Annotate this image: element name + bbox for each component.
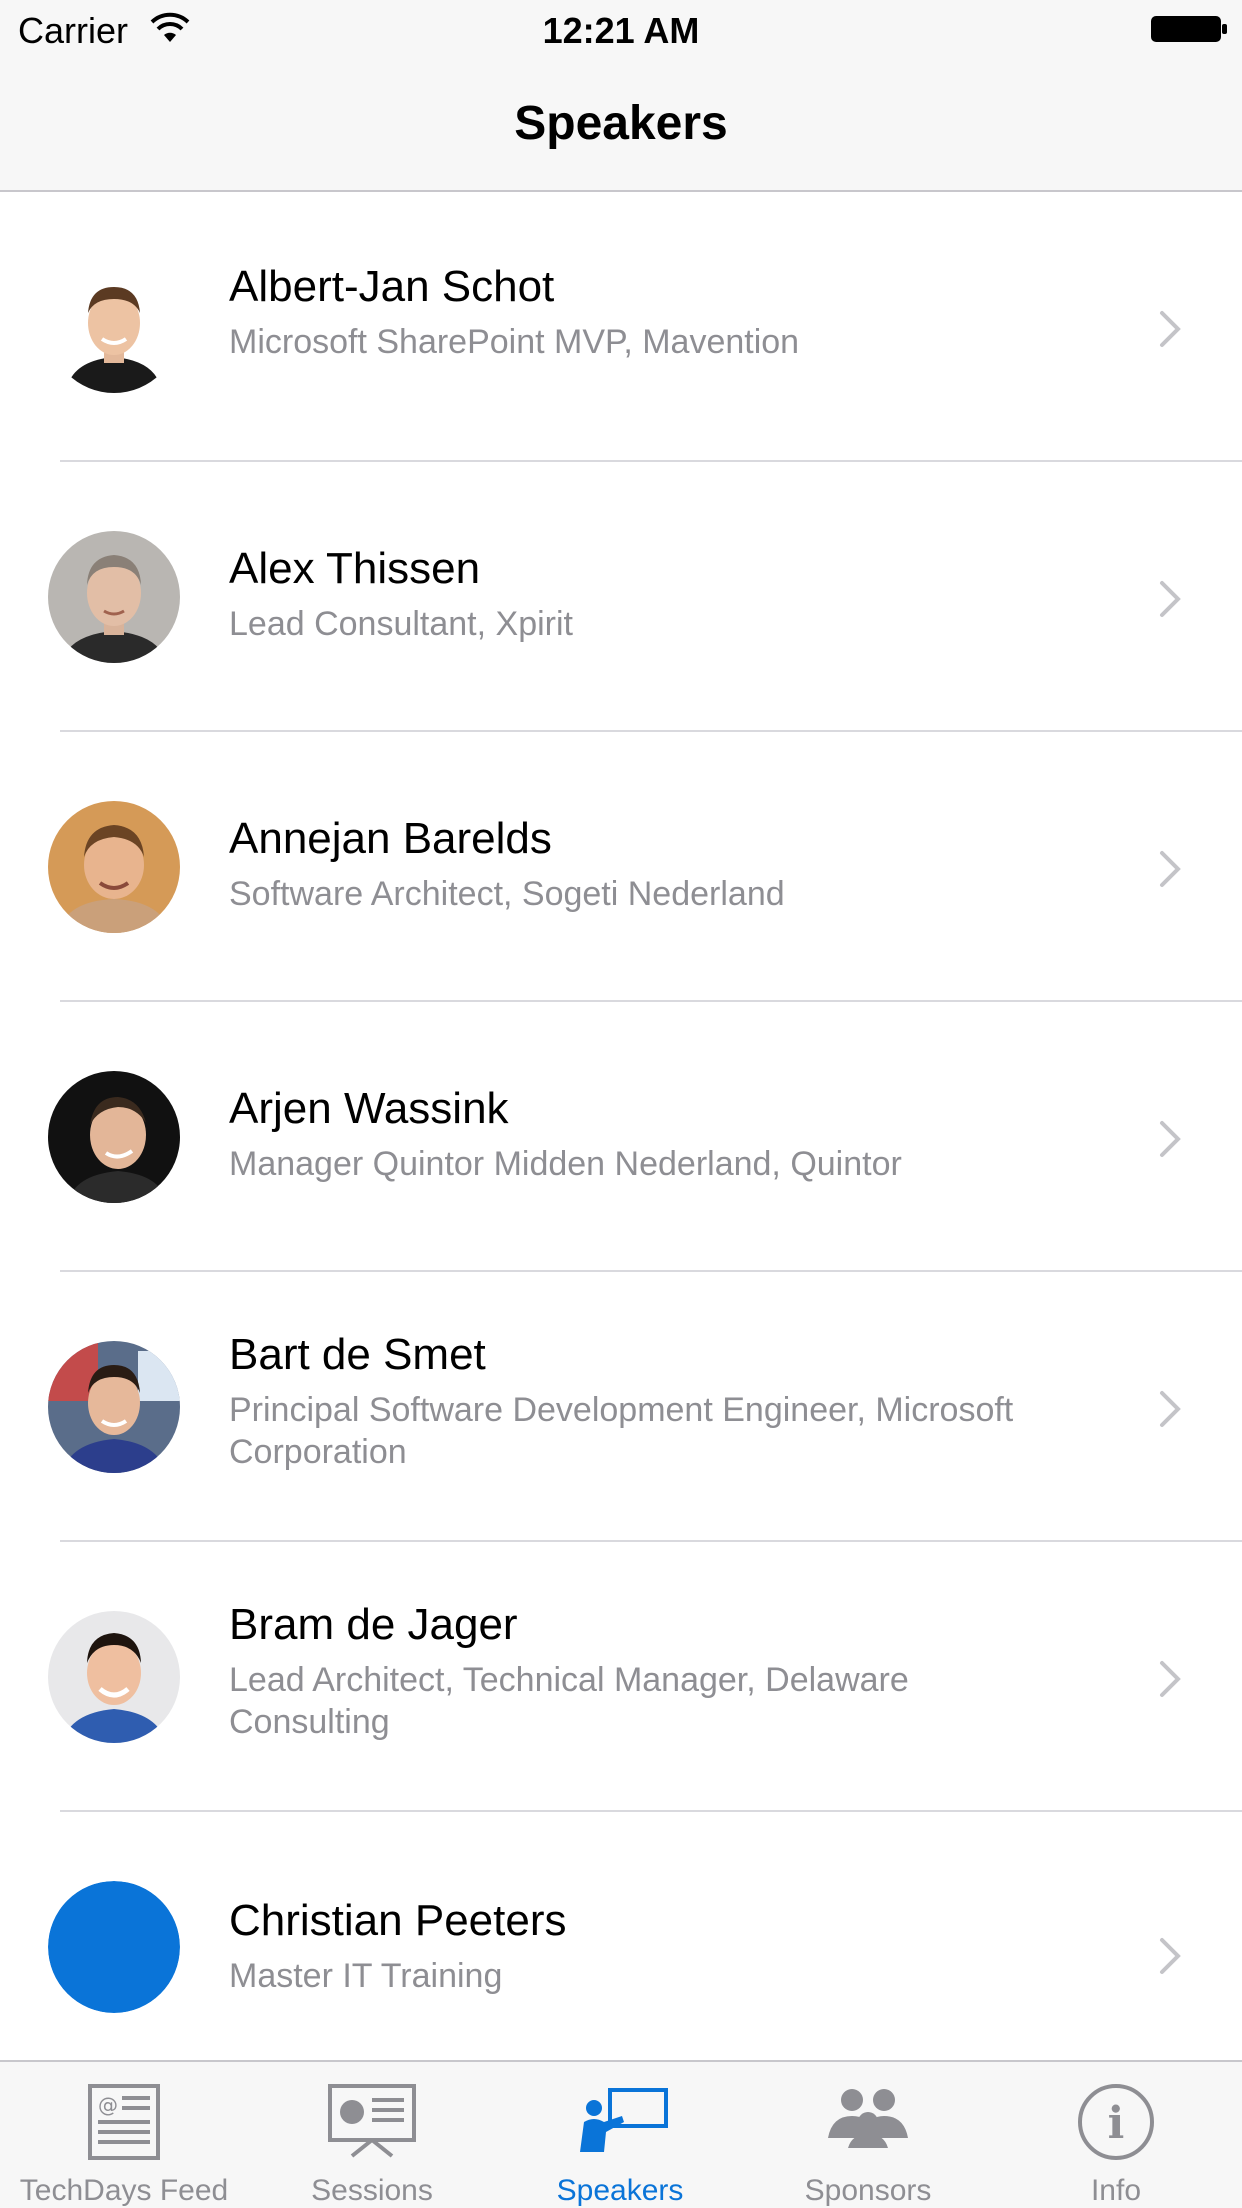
speaker-name: Albert-Jan Schot xyxy=(229,262,555,311)
battery-icon xyxy=(1151,16,1227,42)
speaker-name: Alex Thissen xyxy=(229,544,481,593)
svg-text:@: @ xyxy=(98,2093,118,2117)
tab-label: Info xyxy=(1090,2174,1142,2207)
speaker-avatar xyxy=(48,801,180,933)
tab-speakers[interactable]: Speakers xyxy=(496,2062,744,2208)
presentation-board-icon xyxy=(328,2084,416,2158)
tab-sponsors[interactable]: Sponsors xyxy=(744,2062,992,2208)
page-title: Speakers xyxy=(514,97,728,150)
chevron-right-icon xyxy=(1160,1938,1181,1974)
speaker-avatar xyxy=(48,531,180,663)
speaker-title: Lead Consultant, Xpirit xyxy=(229,605,573,643)
speaker-name: Christian Peeters xyxy=(229,1896,567,1945)
chevron-right-icon xyxy=(1160,851,1181,887)
status-bar: Carrier 12:21 AM xyxy=(0,0,1242,60)
speaker-presenting-icon xyxy=(580,2088,668,2152)
status-time: 12:21 AM xyxy=(542,10,700,51)
speaker-avatar xyxy=(48,1611,180,1743)
chevron-right-icon xyxy=(1160,311,1181,347)
speaker-row[interactable]: Bram de Jager Lead Architect, Technical … xyxy=(0,1542,1242,1812)
speaker-name: Annejan Barelds xyxy=(229,814,552,863)
speaker-row[interactable]: Alex Thissen Lead Consultant, Xpirit xyxy=(0,462,1242,732)
speaker-name: Arjen Wassink xyxy=(229,1084,509,1133)
speaker-row[interactable]: Annejan Barelds Software Architect, Soge… xyxy=(0,732,1242,1002)
speaker-title: Lead Architect, Technical Manager, Delaw… xyxy=(229,1661,909,1741)
speaker-avatar-placeholder xyxy=(48,1881,180,2013)
tab-info[interactable]: i Info xyxy=(992,2062,1240,2208)
speakers-screen: Carrier 12:21 AM Speakers Albert-Jan Sch… xyxy=(0,0,1242,2208)
speaker-row[interactable]: Albert-Jan Schot Microsoft SharePoint MV… xyxy=(0,192,1242,462)
chevron-right-icon xyxy=(1160,1391,1181,1427)
speaker-avatar xyxy=(48,261,180,393)
speaker-row[interactable]: Bart de Smet Principal Software Developm… xyxy=(0,1272,1242,1542)
chevron-right-icon xyxy=(1160,581,1181,617)
speaker-list[interactable]: Albert-Jan Schot Microsoft SharePoint MV… xyxy=(0,192,1242,2060)
speaker-title: Microsoft SharePoint MVP, Mavention xyxy=(229,323,800,361)
chevron-right-icon xyxy=(1160,1661,1181,1697)
speaker-name: Bart de Smet xyxy=(229,1330,486,1379)
info-icon: i xyxy=(1078,2084,1154,2160)
navigation-bar: Speakers xyxy=(0,60,1242,192)
speaker-row[interactable]: Christian Peeters Master IT Training xyxy=(0,1812,1242,2060)
speaker-name: Bram de Jager xyxy=(229,1600,518,1649)
tab-techdays-feed[interactable]: @ TechDays Feed xyxy=(0,2062,248,2208)
speaker-title: Master IT Training xyxy=(229,1957,503,1995)
speaker-title: Manager Quintor Midden Nederland, Quinto… xyxy=(229,1145,902,1183)
svg-text:i: i xyxy=(1108,2098,1125,2149)
tab-sessions[interactable]: Sessions xyxy=(248,2062,496,2208)
group-people-icon xyxy=(828,2089,908,2148)
speaker-title: Software Architect, Sogeti Nederland xyxy=(229,875,785,913)
speaker-title: Principal Software Development Engineer,… xyxy=(229,1391,1014,1471)
newspaper-icon: @ xyxy=(88,2084,160,2160)
speaker-row[interactable]: Arjen Wassink Manager Quintor Midden Ned… xyxy=(0,1002,1242,1272)
speaker-avatar xyxy=(48,1341,180,1473)
chevron-right-icon xyxy=(1160,1121,1181,1157)
tab-bar: @ TechDays Feed Sessions Speakers Sponso… xyxy=(0,2060,1242,2208)
speaker-avatar xyxy=(48,1071,180,1203)
